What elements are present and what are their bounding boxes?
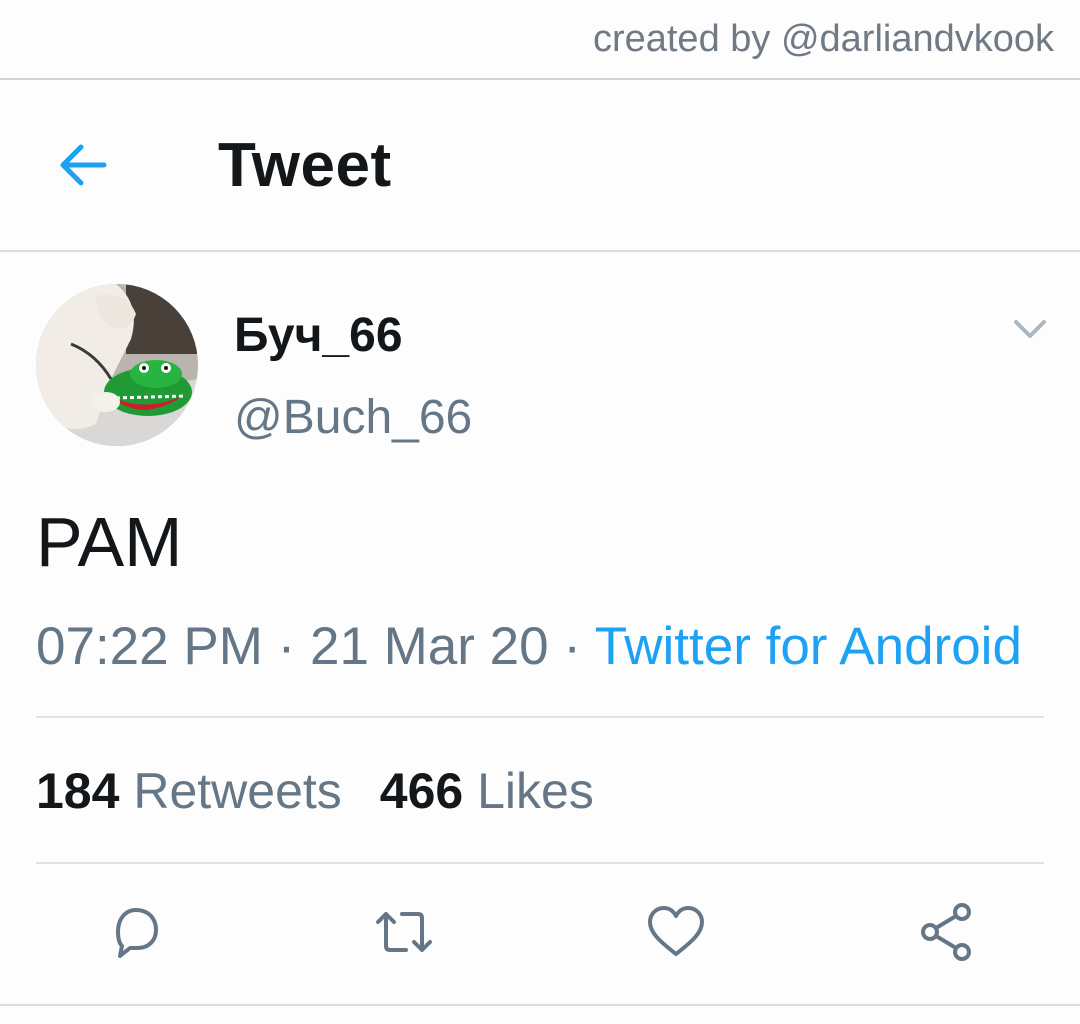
like-button[interactable] xyxy=(644,900,708,964)
likes-stat[interactable]: 466 Likes xyxy=(380,763,594,819)
retweets-label: Retweets xyxy=(133,763,342,819)
retweets-stat[interactable]: 184 Retweets xyxy=(36,763,342,819)
share-button[interactable] xyxy=(914,900,978,964)
retweet-icon xyxy=(376,912,432,952)
bottom-divider xyxy=(0,1004,1080,1006)
tweet-text: PAM xyxy=(36,503,183,581)
tweet-source-link[interactable]: Twitter for Android xyxy=(595,617,1022,676)
chevron-down-icon xyxy=(1014,320,1046,338)
tweet-stats: 184 Retweets 466 Likes xyxy=(36,762,594,820)
tweet-date: 21 Mar 20 xyxy=(309,617,549,676)
avatar-image xyxy=(36,284,198,446)
likes-label: Likes xyxy=(477,763,594,819)
meta-separator: · xyxy=(277,617,296,676)
tweet-meta: 07:22 PM · 21 Mar 20 · Twitter for Andro… xyxy=(36,616,1022,677)
tweet-menu-button[interactable] xyxy=(1010,312,1050,346)
retweet-button[interactable] xyxy=(372,900,436,964)
share-icon xyxy=(921,903,971,961)
retweet-count: 184 xyxy=(36,763,120,819)
watermark-text: created by @darliandvkook xyxy=(592,18,1054,60)
avatar[interactable] xyxy=(36,284,198,446)
divider xyxy=(36,862,1044,864)
back-button[interactable] xyxy=(54,138,114,192)
reply-button[interactable] xyxy=(104,900,168,964)
display-name[interactable]: Буч_66 xyxy=(234,308,403,363)
page-title: Tweet xyxy=(218,131,392,200)
user-handle[interactable]: @Buch_66 xyxy=(234,390,472,445)
divider xyxy=(36,716,1044,718)
watermark-bar: created by @darliandvkook xyxy=(0,0,1080,80)
meta-separator: · xyxy=(563,617,582,676)
like-count: 466 xyxy=(379,763,464,819)
heart-icon xyxy=(648,906,704,956)
header: Tweet xyxy=(0,80,1080,252)
arrow-left-icon xyxy=(60,144,107,186)
tweet-time: 07:22 PM xyxy=(36,617,263,676)
reply-icon xyxy=(116,908,158,958)
